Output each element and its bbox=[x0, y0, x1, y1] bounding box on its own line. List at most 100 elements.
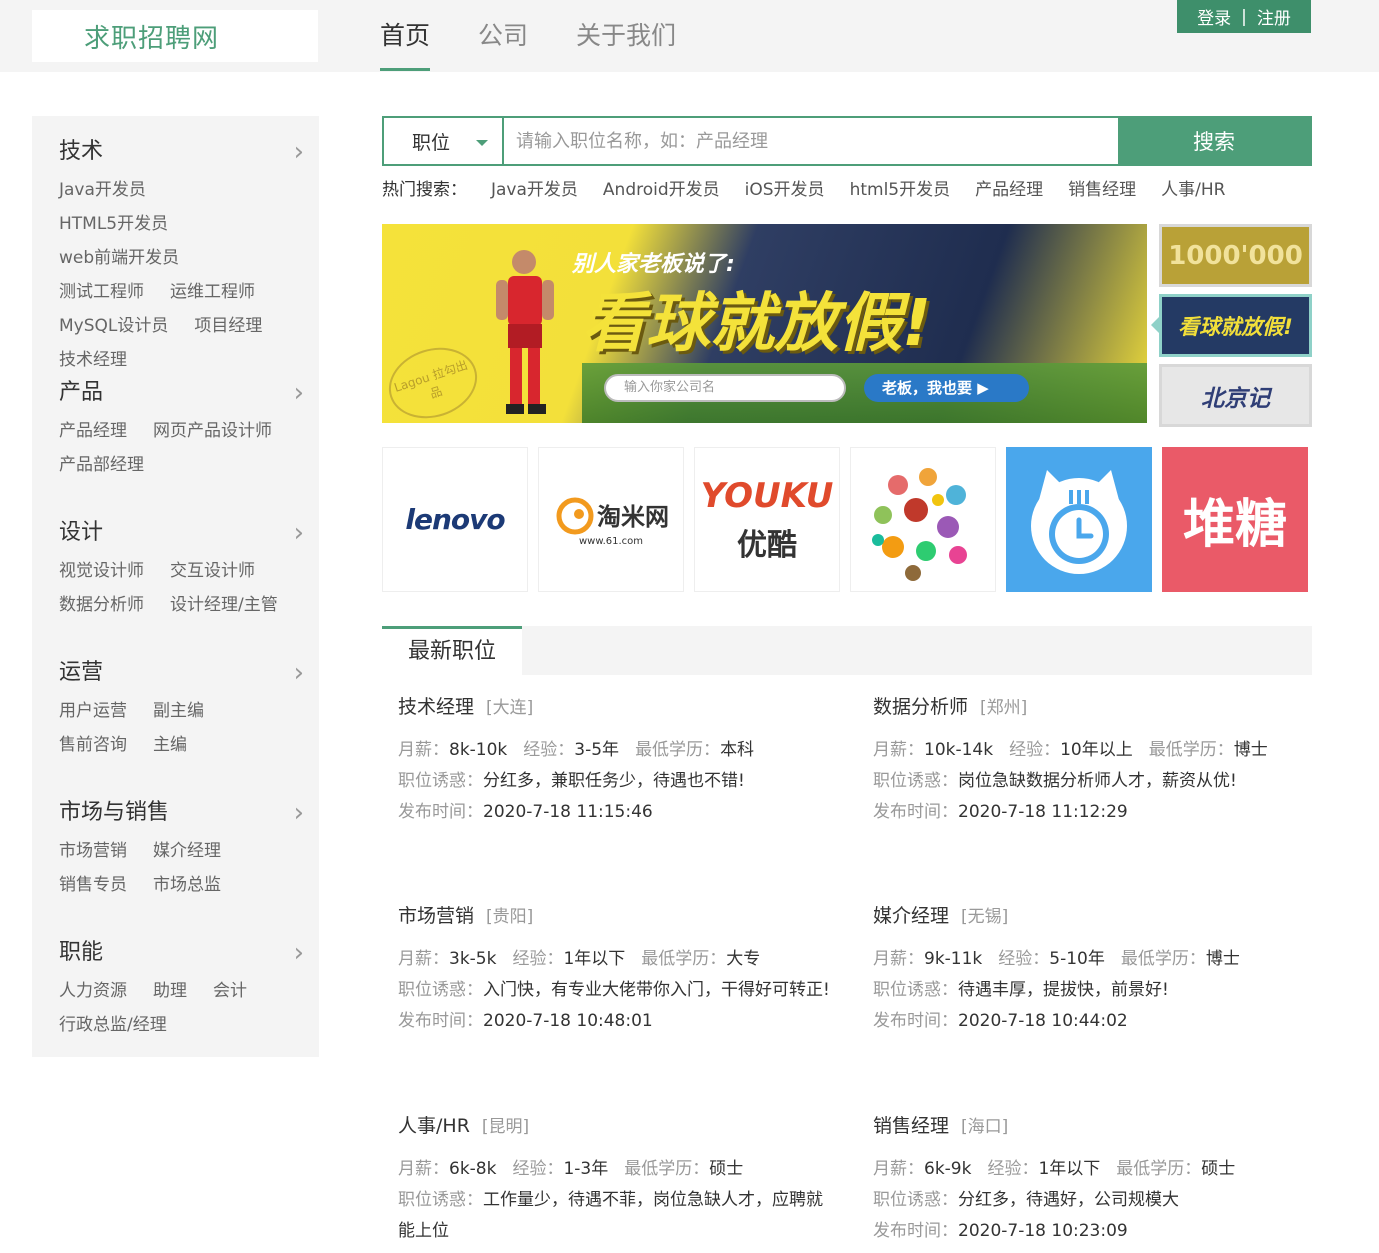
education-value: 大专 bbox=[726, 949, 761, 969]
category-link[interactable]: 设计经理/主管 bbox=[170, 591, 278, 625]
chevron-right-icon[interactable]: › bbox=[294, 137, 304, 167]
nav-home[interactable]: 首页 bbox=[380, 16, 431, 72]
company-logo-lenovo[interactable]: lenovo bbox=[382, 447, 528, 592]
category-title[interactable]: 设计 bbox=[59, 515, 304, 551]
category-link[interactable]: 用户运营 bbox=[59, 697, 127, 731]
job-title[interactable]: 媒介经理 bbox=[873, 905, 949, 927]
hot-search-item[interactable]: iOS开发员 bbox=[745, 175, 825, 200]
category-link[interactable]: 产品部经理 bbox=[59, 451, 144, 485]
job-card[interactable]: 数据分析师 [郑州] 月薪：10k-14k 经验：10年以上 最低学历：博士 职位诱惑… bbox=[873, 694, 1285, 828]
company-logo-youku[interactable]: YOUKU 优酷 bbox=[694, 447, 840, 592]
hot-search-item[interactable]: 销售经理 bbox=[1068, 175, 1136, 200]
banner-thumb[interactable]: 1000'000 bbox=[1159, 224, 1312, 287]
tab-latest-jobs[interactable]: 最新职位 bbox=[382, 626, 522, 675]
hot-search-item[interactable]: Java开发员 bbox=[491, 175, 578, 200]
chevron-right-icon[interactable]: › bbox=[294, 658, 304, 688]
category-link[interactable]: 销售专员 bbox=[59, 871, 127, 905]
banner-cta-button[interactable]: 老板，我也要 ▶ bbox=[864, 374, 1029, 402]
category-link[interactable]: 测试工程师 bbox=[59, 278, 144, 312]
time-value: 2020-7-18 11:12:29 bbox=[958, 802, 1128, 822]
job-card[interactable]: 销售经理 [海口] 月薪：6k-9k 经验：1年以下 最低学历：硕士 职位诱惑：分红多… bbox=[873, 1113, 1285, 1247]
promo-banner[interactable]: Lagou 拉勾出品 别人家老板说了: 看球就放假! 输入你家公司名 老板，我也… bbox=[382, 224, 1147, 423]
category-title[interactable]: 职能 bbox=[59, 935, 304, 971]
category-link[interactable]: 数据分析师 bbox=[59, 591, 144, 625]
banner-thumbnails: 1000'000 看球就放假! 北京记 bbox=[1151, 224, 1312, 434]
hot-search-item[interactable]: 产品经理 bbox=[975, 175, 1043, 200]
hot-search-item[interactable]: Android开发员 bbox=[603, 175, 720, 200]
job-perk: 职位诱惑：分红多，待遇好，公司规模大 bbox=[873, 1185, 1285, 1216]
job-title[interactable]: 销售经理 bbox=[873, 1115, 949, 1137]
company-logo-colorful[interactable] bbox=[850, 447, 996, 592]
category-title[interactable]: 市场与销售 bbox=[59, 795, 304, 831]
perk-value: 入门快，有专业大佬带你入门，干得好可转正! bbox=[483, 980, 830, 1000]
category-link[interactable]: 网页产品设计师 bbox=[153, 417, 272, 451]
job-card[interactable]: 人事/HR [昆明] 月薪：6k-8k 经验：1-3年 最低学历：硕士 职位诱惑：工作… bbox=[398, 1113, 838, 1247]
job-title[interactable]: 技术经理 bbox=[398, 696, 474, 718]
category-link[interactable]: 交互设计师 bbox=[170, 557, 255, 591]
company-logo-clock[interactable] bbox=[1006, 447, 1152, 592]
site-logo[interactable]: 求职招聘网 bbox=[84, 18, 219, 55]
nav-about[interactable]: 关于我们 bbox=[576, 16, 676, 72]
category-title[interactable]: 产品 bbox=[59, 375, 304, 411]
category-link[interactable]: 助理 bbox=[153, 977, 187, 1011]
category-link[interactable]: 市场总监 bbox=[153, 871, 221, 905]
category-link[interactable]: Java开发员 bbox=[59, 176, 146, 210]
salary-value: 10k-14k bbox=[924, 740, 994, 760]
category-link[interactable]: 产品经理 bbox=[59, 417, 127, 451]
hot-search-item[interactable]: html5开发员 bbox=[850, 175, 951, 200]
banner-thumb-active[interactable]: 看球就放假! bbox=[1151, 294, 1312, 357]
banner-company-input[interactable]: 输入你家公司名 bbox=[604, 374, 846, 402]
category-title[interactable]: 运营 bbox=[59, 655, 304, 691]
search-input[interactable] bbox=[502, 118, 1118, 164]
category-link[interactable]: 项目经理 bbox=[194, 312, 262, 346]
company-logo-taomi[interactable]: 淘米网 www.61.com bbox=[538, 447, 684, 592]
category-link[interactable]: 运维工程师 bbox=[170, 278, 255, 312]
category-sidebar: 技术 › Java开发员 HTML5开发员 web前端开发员 测试工程师 运维工… bbox=[32, 116, 319, 1057]
category-link[interactable]: 行政总监/经理 bbox=[59, 1011, 167, 1045]
search-button[interactable]: 搜索 bbox=[1118, 118, 1310, 164]
category-title[interactable]: 技术 bbox=[59, 134, 304, 170]
login-link[interactable]: 登录 bbox=[1192, 4, 1236, 29]
category-link[interactable]: 媒介经理 bbox=[153, 837, 221, 871]
job-card[interactable]: 技术经理 [大连] 月薪：8k-10k 经验：3-5年 最低学历：本科 职位诱惑：分红… bbox=[398, 694, 838, 828]
job-card[interactable]: 市场营销 [贵阳] 月薪：3k-5k 经验：1年以下 最低学历：大专 职位诱惑：入门快… bbox=[398, 903, 838, 1037]
register-link[interactable]: 注册 bbox=[1252, 4, 1296, 29]
taomi-logo: 淘米网 bbox=[597, 502, 669, 531]
job-title[interactable]: 数据分析师 bbox=[873, 696, 968, 718]
job-title[interactable]: 人事/HR bbox=[398, 1115, 470, 1137]
job-perk: 职位诱惑：分红多，兼职任务少，待遇也不错! bbox=[398, 766, 838, 797]
cat-clock-icon bbox=[1031, 469, 1127, 574]
youku-logo-cn: 优酷 bbox=[737, 527, 797, 563]
nav-company[interactable]: 公司 bbox=[478, 16, 528, 72]
job-title[interactable]: 市场营销 bbox=[398, 905, 474, 927]
chevron-right-icon[interactable]: › bbox=[294, 938, 304, 968]
education-label: 最低学历： bbox=[1116, 1159, 1202, 1179]
category-link[interactable]: 主编 bbox=[153, 731, 187, 765]
hot-search-item[interactable]: 人事/HR bbox=[1161, 175, 1225, 200]
chevron-right-icon[interactable]: › bbox=[294, 798, 304, 828]
category-link[interactable]: 会计 bbox=[213, 977, 247, 1011]
search-type-select[interactable]: 职位 bbox=[384, 118, 502, 164]
category-link[interactable]: web前端开发员 bbox=[59, 244, 179, 278]
category-link[interactable]: 市场营销 bbox=[59, 837, 127, 871]
colorful-shapes-logo-icon bbox=[872, 467, 967, 581]
category-product: 产品 › 产品经理 网页产品设计师 产品部经理 bbox=[59, 375, 304, 485]
logo-box[interactable]: 求职招聘网 bbox=[32, 10, 318, 62]
category-link[interactable]: 视觉设计师 bbox=[59, 557, 144, 591]
company-logo-duitang[interactable]: 堆糖 bbox=[1162, 447, 1308, 592]
category-link[interactable]: MySQL设计员 bbox=[59, 312, 168, 346]
chevron-right-icon[interactable]: › bbox=[294, 518, 304, 548]
time-value: 2020-7-18 10:23:09 bbox=[958, 1221, 1128, 1241]
perk-label: 职位诱惑： bbox=[873, 771, 958, 791]
job-meta: 月薪：6k-9k 经验：1年以下 最低学历：硕士 bbox=[873, 1154, 1285, 1185]
chevron-right-icon[interactable]: › bbox=[294, 378, 304, 408]
company-logos: lenovo 淘米网 www.61.com YOUKU 优酷 堆糖 bbox=[382, 447, 1318, 592]
category-link[interactable]: 人力资源 bbox=[59, 977, 127, 1011]
category-link[interactable]: 售前咨询 bbox=[59, 731, 127, 765]
category-link[interactable]: HTML5开发员 bbox=[59, 210, 168, 244]
category-link[interactable]: 副主编 bbox=[153, 697, 204, 731]
category-operations: 运营 › 用户运营 副主编 售前咨询 主编 bbox=[59, 655, 304, 765]
banner-thumb[interactable]: 北京记 bbox=[1159, 364, 1312, 427]
job-card[interactable]: 媒介经理 [无锡] 月薪：9k-11k 经验：5-10年 最低学历：博士 职位诱惑：待… bbox=[873, 903, 1285, 1037]
job-perk: 职位诱惑：工作量少，待遇不菲，岗位急缺人才，应聘就能上位 bbox=[398, 1185, 838, 1247]
